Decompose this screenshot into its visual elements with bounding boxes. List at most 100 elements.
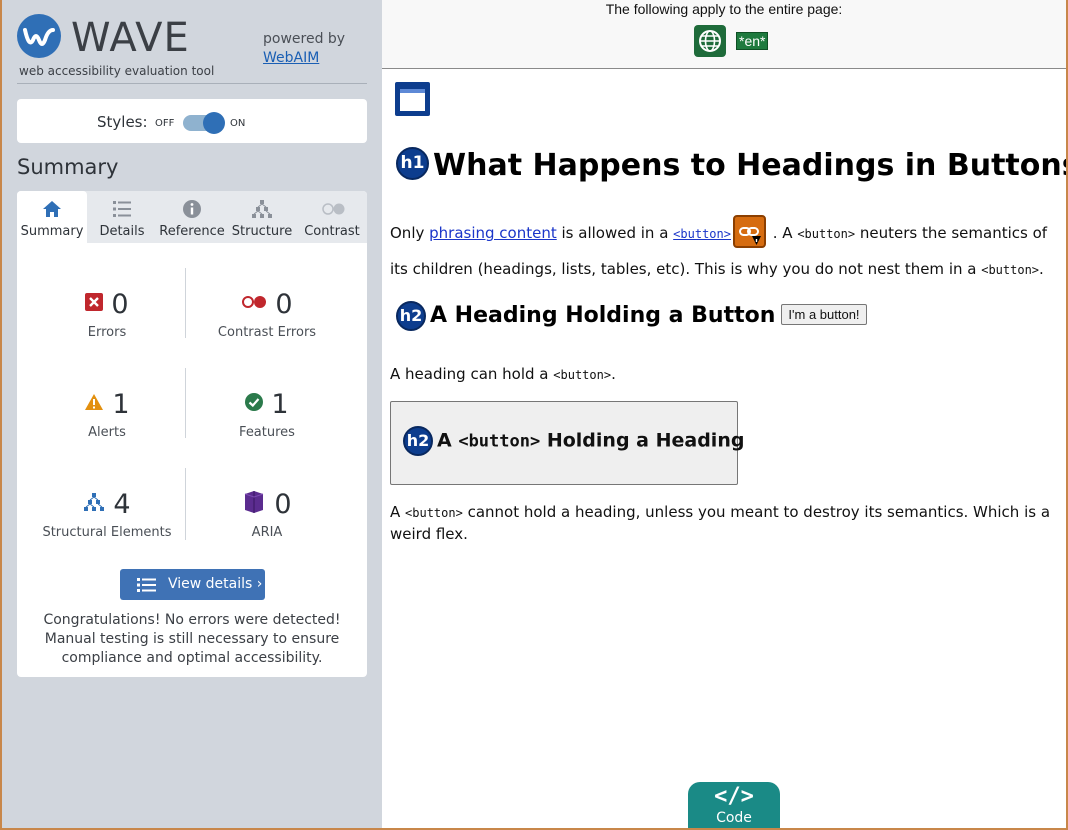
alerts-count: 1 (112, 388, 130, 420)
panel-title: Summary (17, 155, 119, 179)
home-icon (41, 199, 63, 219)
stat-features[interactable]: 1 Features (187, 387, 347, 459)
button-heading-content: h2 A <button> Holding a Heading (403, 426, 744, 456)
congratulations-message: Congratulations! No errors were detected… (43, 612, 341, 666)
p2-code: <button> (553, 368, 612, 382)
p3-text-1: A (390, 503, 406, 521)
button-link-code: <button> (673, 227, 731, 241)
wave-header: WAVE web accessibility evaluation tool p… (17, 12, 367, 84)
list-icon (137, 577, 157, 597)
page-level-notices: The following apply to the entire page: … (382, 0, 1066, 69)
powered-by: powered by WebAIM (263, 30, 345, 68)
im-a-button[interactable]: I'm a button! (781, 303, 867, 325)
page-heading-text: What Happens to Headings in Buttons (433, 148, 1068, 183)
styles-label: Styles: (97, 113, 148, 131)
alerts-label: Alerts (88, 425, 126, 440)
wave-tagline: web accessibility evaluation tool (19, 64, 215, 78)
view-details-label: View details › (168, 576, 263, 592)
stat-structural-elements[interactable]: 4 Structural Elements (27, 487, 187, 559)
stat-alerts[interactable]: 1 Alerts (27, 387, 187, 459)
code-panel-toggle[interactable]: </> Code (688, 782, 780, 830)
styles-off-label: OFF (155, 118, 175, 129)
paragraph-heading-holds-button: A heading can hold a <button>. (390, 357, 616, 393)
structure-icon (251, 199, 273, 219)
p1-code-2: <button> (797, 227, 856, 241)
styles-toggle-knob[interactable] (203, 112, 225, 134)
tab-details-label: Details (99, 224, 145, 239)
tab-reference-label: Reference (159, 224, 225, 239)
p1-text-1: Only (390, 224, 430, 242)
p1-text-2: is allowed in a (556, 224, 674, 242)
wave-logo-icon (17, 14, 61, 58)
suspicious-link-alert-icon[interactable] (732, 215, 766, 248)
aria-icon (242, 490, 266, 518)
summary-panel: Summary Details Reference Structure Cont… (17, 191, 367, 677)
code-icon: </> (714, 784, 754, 809)
powered-by-label: powered by (263, 31, 346, 47)
styles-on-label: ON (230, 118, 246, 129)
p3-text-2: cannot hold a heading, unless you meant … (390, 503, 1051, 543)
panel-tabs: Summary Details Reference Structure Cont… (17, 191, 367, 243)
view-details-button[interactable]: View details › (120, 569, 265, 600)
tab-contrast-label: Contrast (304, 224, 360, 239)
region-icon[interactable] (394, 81, 431, 117)
p1-text-5: . (1039, 260, 1044, 278)
subheading-text: A Heading Holding a Button (430, 303, 776, 328)
features-label: Features (239, 425, 295, 440)
contrast-errors-count: 0 (275, 288, 293, 320)
wave-logo-text: WAVE (71, 15, 190, 61)
errors-label: Errors (87, 325, 127, 340)
paragraph-button-cannot-hold: A <button> cannot hold a heading, unless… (390, 502, 1062, 545)
tab-reference[interactable]: Reference (157, 191, 227, 243)
contrast-error-icon (241, 294, 267, 314)
code-label: Code (716, 810, 752, 826)
p1-text-3: . A (767, 224, 798, 242)
structural-count: 4 (113, 488, 131, 520)
features-count: 1 (271, 388, 289, 420)
subheading-button: h2 A Heading Holding a Button I'm a button… (396, 301, 867, 331)
tab-summary-label: Summary (20, 224, 84, 239)
aria-label: ARIA (251, 525, 283, 540)
aria-count: 0 (274, 488, 292, 520)
button-link[interactable]: <button> (673, 224, 731, 242)
wave-sidebar: WAVE web accessibility evaluation tool p… (0, 0, 382, 830)
stat-aria[interactable]: 0 ARIA (187, 487, 347, 559)
button-holding-heading[interactable]: h2 A <button> Holding a Heading (390, 401, 744, 485)
tab-details[interactable]: Details (87, 191, 157, 243)
structural-label: Structural Elements (42, 525, 172, 540)
contrast-errors-label: Contrast Errors (217, 325, 317, 340)
stat-errors[interactable]: 0 Errors (27, 287, 187, 359)
contrast-icon (321, 199, 345, 219)
p2-text-2: . (611, 365, 616, 383)
page-heading: h1 What Happens to Headings in Buttons (396, 147, 1068, 183)
error-icon (85, 293, 104, 315)
errors-count: 0 (111, 288, 129, 320)
h2-icon[interactable]: h2 (396, 301, 426, 331)
bh-text-1: A (437, 429, 459, 452)
p3-code: <button> (405, 506, 463, 520)
page-notice-text: The following apply to the entire page: (605, 1, 843, 17)
language-badge[interactable]: *en* (736, 32, 769, 50)
page-content: The following apply to the entire page: … (382, 0, 1068, 830)
structural-icon (83, 492, 105, 516)
stat-contrast-errors[interactable]: 0 Contrast Errors (187, 287, 347, 359)
h1-icon[interactable]: h1 (396, 147, 429, 180)
paragraph-phrasing: Only phrasing content is allowed in a <b… (390, 215, 1060, 288)
tab-contrast[interactable]: Contrast (297, 191, 367, 243)
bh-text-2: Holding a Heading (540, 429, 745, 452)
tab-summary[interactable]: Summary (17, 191, 87, 243)
p2-text-1: A heading can hold a (390, 365, 554, 383)
p1-code-3: <button> (981, 263, 1040, 277)
alert-icon (84, 393, 104, 415)
webaim-link[interactable]: WebAIM (263, 50, 319, 66)
list-icon (111, 199, 133, 219)
tab-structure-label: Structure (231, 224, 293, 239)
bh-code: <button> (458, 431, 541, 452)
h2-icon[interactable]: h2 (403, 426, 433, 456)
tab-structure[interactable]: Structure (227, 191, 297, 243)
phrasing-content-link[interactable]: phrasing content (429, 224, 557, 242)
styles-toggle-box: Styles: OFF ON (17, 99, 367, 143)
feature-icon (245, 393, 264, 415)
info-icon (181, 199, 203, 219)
language-globe-icon[interactable] (694, 25, 726, 57)
